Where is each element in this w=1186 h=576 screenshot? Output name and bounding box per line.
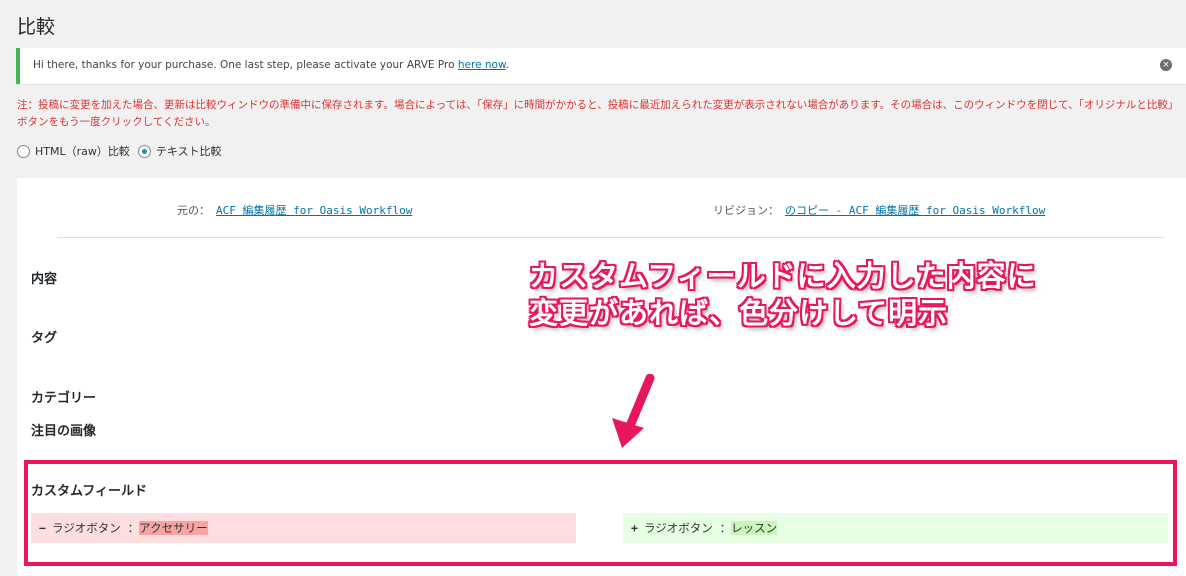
- field-categories-label: カテゴリー: [31, 391, 97, 406]
- original-revision-link[interactable]: ACF 編集履歴 for Oasis Workflow: [216, 204, 412, 217]
- radio-html-raw[interactable]: [17, 144, 30, 158]
- new-revision-link[interactable]: のコピー - ACF 編集履歴 for Oasis Workflow: [785, 204, 1045, 217]
- field-content-label: 内容: [31, 272, 58, 287]
- minus-icon: −: [39, 521, 46, 535]
- diff-added-value: レッスン: [731, 521, 778, 535]
- field-tags-label: タグ: [31, 331, 58, 346]
- new-revision-header: リビジョン： のコピー - ACF 編集履歴 for Oasis Workflow: [713, 204, 1046, 217]
- diff-deleted-value: アクセサリー: [139, 521, 208, 535]
- field-featured-image-label: 注目の画像: [31, 424, 97, 439]
- plus-icon: +: [631, 521, 638, 535]
- diff-added-line: + ラジオボタン ：レッスン: [623, 513, 1168, 543]
- save-warning: 注：投稿に変更を加えた場合、更新は比較ウィンドウの準備中に保存されます。場合によ…: [17, 99, 1174, 128]
- notice-text: Hi there, thanks for your purchase. One …: [33, 59, 509, 71]
- diff-panel: 元の： ACF 編集履歴 for Oasis Workflow リビジョン： のコピ…: [17, 178, 1186, 576]
- page-title: 比較: [17, 16, 56, 38]
- field-custom-fields-label: カスタムフィールド: [31, 484, 147, 499]
- divider: [57, 237, 1164, 238]
- original-revision-header: 元の： ACF 編集履歴 for Oasis Workflow: [177, 204, 413, 217]
- diff-deleted-key: ラジオボタン ：: [51, 521, 140, 535]
- activate-link[interactable]: here now: [458, 59, 506, 71]
- compare-mode-selector: HTML（raw）比較 テキスト比較: [17, 143, 230, 159]
- dismiss-icon[interactable]: ×: [1160, 59, 1172, 71]
- radio-text-compare-label[interactable]: テキスト比較: [156, 143, 222, 159]
- annotation-callout: カスタムフィールドに入力した内容に 変更があれば、色分けして明示: [529, 259, 1037, 330]
- diff-added-key: ラジオボタン ：: [643, 521, 732, 535]
- radio-text-compare[interactable]: [137, 144, 151, 158]
- activation-notice: Hi there, thanks for your purchase. One …: [16, 48, 1186, 84]
- radio-html-raw-label[interactable]: HTML（raw）比較: [35, 143, 130, 159]
- annotation-arrow-icon: [612, 374, 655, 448]
- diff-deleted-line: − ラジオボタン ：アクセサリー: [31, 513, 576, 543]
